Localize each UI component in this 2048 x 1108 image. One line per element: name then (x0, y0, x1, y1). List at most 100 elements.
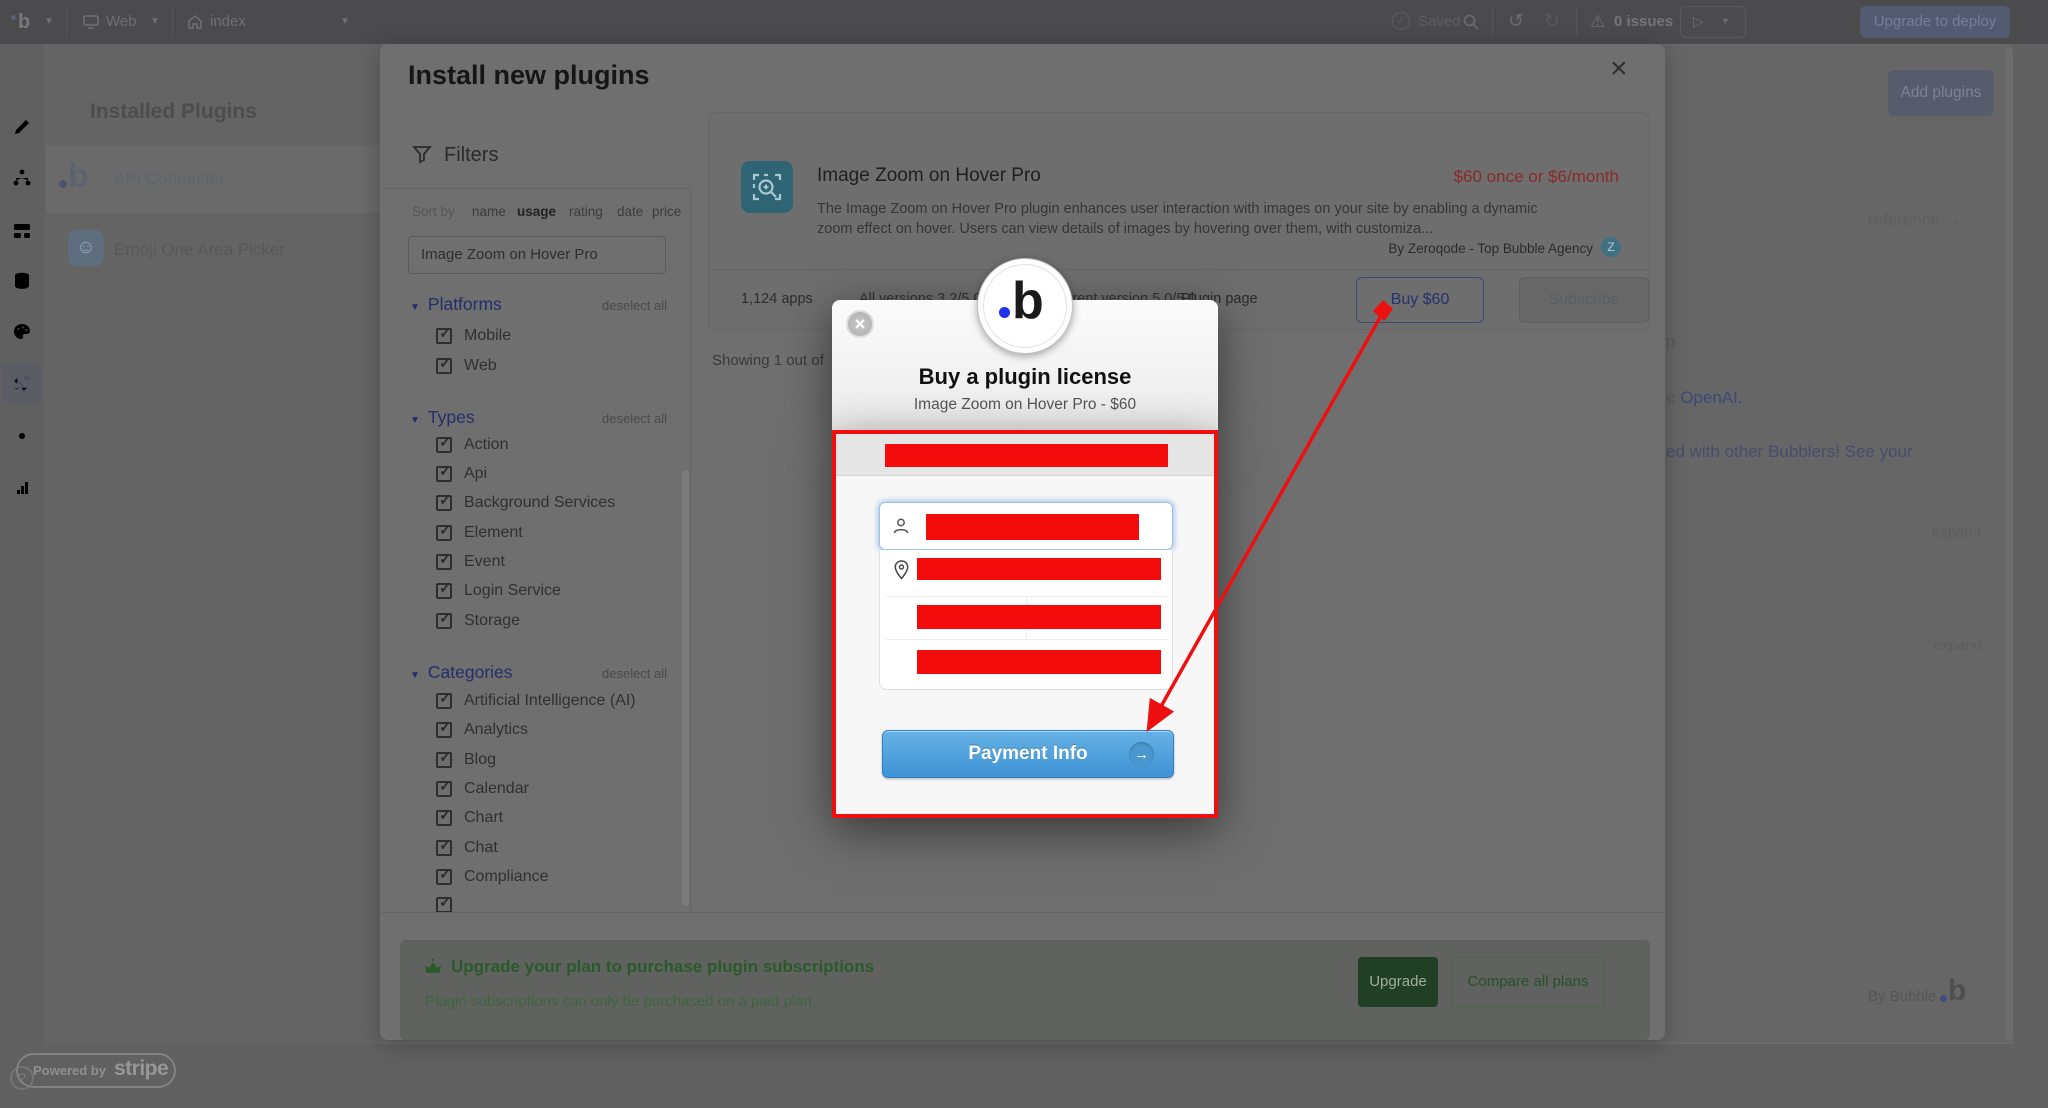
chevron-down-icon[interactable]: ▼ (340, 0, 350, 44)
plugins-plug-icon[interactable] (11, 372, 33, 394)
filter-checkbox-ai[interactable]: Artificial Intelligence (AI) (436, 689, 636, 710)
divider (66, 8, 67, 36)
sort-option-price[interactable]: price (652, 204, 681, 219)
checkbox-checked-icon[interactable] (436, 462, 452, 482)
filter-checkbox-event[interactable]: Event (436, 550, 505, 571)
plugin-author[interactable]: By Zeroqode - Top Bubble Agency (1388, 241, 1593, 256)
bubble-logo: b (999, 272, 1044, 330)
compare-all-plans-button[interactable]: Compare all plans (1451, 957, 1605, 1007)
bubble-logo[interactable]: b (11, 11, 30, 33)
filter-section-categories[interactable]: ▼ Categories (410, 662, 513, 683)
workflow-tree-icon[interactable] (11, 167, 33, 189)
buy-button[interactable]: Buy $60 (1356, 277, 1484, 323)
filter-checkbox-storage[interactable]: Storage (436, 609, 520, 630)
filter-checkbox-background-services[interactable]: Background Services (436, 491, 615, 512)
sort-option-usage[interactable]: usage (517, 204, 556, 219)
checkbox-checked-icon[interactable] (436, 609, 452, 629)
sort-option-date[interactable]: date (617, 204, 643, 219)
filter-section-platforms[interactable]: ▼ Platforms (410, 294, 502, 315)
checkbox-checked-icon[interactable] (436, 324, 452, 344)
filter-checkbox-web[interactable]: Web (436, 354, 497, 375)
checkbox-checked-icon[interactable] (436, 491, 452, 511)
responsive-layout-icon[interactable] (11, 220, 33, 242)
redacted-city-value[interactable] (917, 605, 1161, 629)
redacted-zip-value[interactable] (917, 650, 1161, 674)
filter-checkbox-compliance[interactable]: Compliance (436, 865, 548, 886)
filter-checkbox-analytics[interactable]: Analytics (436, 718, 528, 739)
checkbox-checked-icon[interactable] (436, 689, 452, 709)
checkbox-checked-icon[interactable] (436, 777, 452, 797)
chevron-down-icon[interactable]: ▼ (44, 0, 54, 44)
collapse-arrow-icon: ▼ (410, 302, 420, 313)
filters-scrollbar[interactable] (682, 470, 689, 906)
checkbox-checked-icon[interactable] (436, 865, 452, 885)
preview-button[interactable]: ▷ ▼ (1680, 6, 1746, 38)
checkbox-checked-icon[interactable] (436, 550, 452, 570)
checkbox-checked-icon[interactable] (436, 806, 452, 826)
design-pencil-icon[interactable] (11, 116, 33, 138)
deselect-all-link[interactable]: deselect all (602, 666, 667, 681)
banner-title: Upgrade your plan to purchase plugin sub… (451, 957, 875, 976)
plugin-title[interactable]: Image Zoom on Hover Pro (817, 165, 1041, 187)
installed-plugins-panel: Installed Plugins b API Connector ☺ Emoj… (44, 44, 380, 1044)
env-selector[interactable]: Web (106, 0, 137, 44)
filter-checkbox-element[interactable]: Element (436, 521, 523, 542)
plugin-description: The Image Zoom on Hover Pro plugin enhan… (817, 201, 1538, 237)
filter-checkbox-blog[interactable]: Blog (436, 748, 496, 769)
expand-link: expand (1933, 637, 1983, 654)
checkbox-checked-icon[interactable] (436, 579, 452, 599)
issues-counter[interactable]: 0 issues (1614, 0, 1673, 44)
deselect-all-link[interactable]: deselect all (602, 298, 667, 313)
filters-title: Filters (444, 144, 499, 166)
search-icon[interactable] (1462, 13, 1480, 31)
plugin-search-input[interactable]: Image Zoom on Hover Pro (408, 236, 666, 274)
subscribe-button[interactable]: Subscribe (1519, 277, 1649, 323)
payment-info-button[interactable]: Payment Info → (882, 730, 1174, 778)
filter-checkbox-chart[interactable]: Chart (436, 806, 503, 827)
divider (1576, 8, 1577, 36)
filter-checkbox-mobile[interactable]: Mobile (436, 324, 511, 345)
logs-chart-icon[interactable] (11, 476, 33, 498)
upgrade-button[interactable]: Upgrade (1358, 957, 1438, 1007)
divider (1492, 8, 1493, 36)
play-icon: ▷ (1693, 13, 1704, 29)
filter-section-types[interactable]: ▼ Types (410, 407, 475, 428)
name-input[interactable] (879, 502, 1173, 550)
database-icon[interactable] (11, 270, 33, 292)
styles-palette-icon[interactable] (11, 321, 33, 343)
installed-plugin-api-connector[interactable]: b API Connector (46, 145, 380, 213)
checkbox-checked-icon[interactable] (436, 433, 452, 453)
checkbox-checked-icon[interactable] (436, 748, 452, 768)
undo-icon[interactable]: ↺ (1508, 0, 1524, 44)
bubble-editor-screen: reference → p. e OpenAI. ed with other B… (0, 0, 2048, 1108)
deselect-all-link[interactable]: deselect all (602, 411, 667, 426)
checkout-title: Buy a plugin license (918, 364, 1132, 389)
redacted-address-value[interactable] (917, 558, 1161, 580)
page-scrollbar[interactable] (2006, 48, 2013, 1040)
filter-checkbox-action[interactable]: Action (436, 433, 508, 454)
divider (172, 8, 173, 36)
close-icon[interactable]: × (1610, 52, 1628, 86)
filter-checkbox-chat[interactable]: Chat (436, 836, 498, 857)
checkbox-checked-icon[interactable] (436, 836, 452, 856)
filter-checkbox-api[interactable]: Api (436, 462, 487, 483)
checkbox-checked-icon[interactable] (436, 521, 452, 541)
redacted-email-value (885, 444, 1168, 467)
bubble-logo-medallion: b (977, 258, 1073, 354)
filter-checkbox-calendar[interactable]: Calendar (436, 777, 529, 798)
checkbox-checked-icon[interactable] (436, 354, 452, 374)
checkout-close-icon[interactable]: × (846, 310, 874, 338)
page-selector[interactable]: index (210, 0, 246, 44)
redo-icon[interactable]: ↻ (1544, 0, 1560, 44)
sort-option-rating[interactable]: rating (569, 204, 603, 219)
installed-plugin-emoji-picker[interactable]: ☺ Emoji One Area Picker (46, 216, 380, 284)
settings-gear-icon[interactable] (11, 425, 33, 447)
filter-checkbox-login-service[interactable]: Login Service (436, 579, 561, 600)
arrow-right-icon: → (1129, 742, 1154, 767)
chevron-down-icon[interactable]: ▼ (150, 0, 160, 44)
powered-by-stripe-badge[interactable]: Powered by stripe (16, 1053, 176, 1088)
checkbox-checked-icon[interactable] (436, 718, 452, 738)
sort-option-name[interactable]: name (472, 204, 506, 219)
upgrade-to-deploy-button[interactable]: Upgrade to deploy (1860, 6, 2010, 38)
expand-link: expand (1932, 524, 1982, 541)
